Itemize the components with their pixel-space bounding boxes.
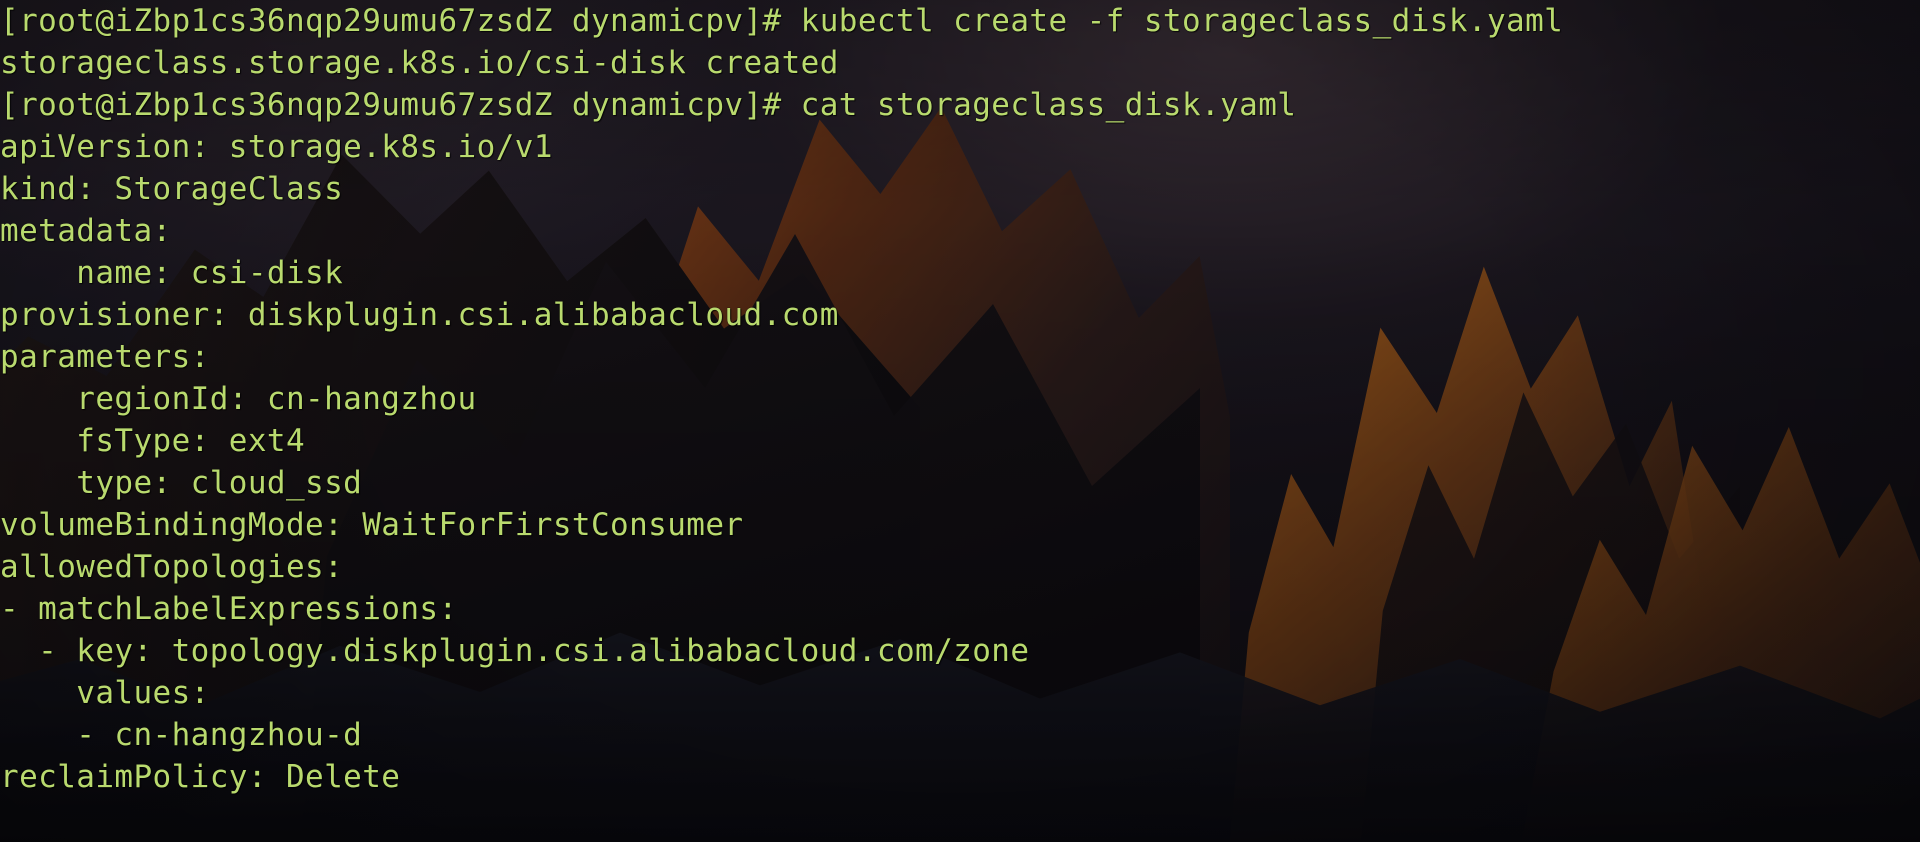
terminal-line: name: csi-disk xyxy=(0,255,344,291)
terminal-line: metadata: xyxy=(0,213,172,249)
terminal-line: regionId: cn-hangzhou xyxy=(0,381,477,417)
terminal-line: kind: StorageClass xyxy=(0,171,344,207)
terminal-line: - matchLabelExpressions: xyxy=(0,591,458,627)
terminal-line: allowedTopologies: xyxy=(0,549,344,585)
terminal-line: reclaimPolicy: Delete xyxy=(0,759,401,795)
terminal-line: [root@iZbp1cs36nqp29umu67zsdZ dynamicpv]… xyxy=(0,3,1564,39)
terminal-line: - key: topology.diskplugin.csi.alibabacl… xyxy=(0,633,1030,669)
terminal-line: fsType: ext4 xyxy=(0,423,306,459)
terminal-line: volumeBindingMode: WaitForFirstConsumer xyxy=(0,507,744,543)
terminal-line: storageclass.storage.k8s.io/csi-disk cre… xyxy=(0,45,839,81)
terminal-line: apiVersion: storage.k8s.io/v1 xyxy=(0,129,553,165)
terminal-line: values: xyxy=(0,675,210,711)
terminal-line: provisioner: diskplugin.csi.alibabacloud… xyxy=(0,297,839,333)
terminal-line: parameters: xyxy=(0,339,210,375)
terminal-window[interactable]: [root@iZbp1cs36nqp29umu67zsdZ dynamicpv]… xyxy=(0,0,1920,842)
terminal-line: type: cloud_ssd xyxy=(0,465,363,501)
terminal-output[interactable]: [root@iZbp1cs36nqp29umu67zsdZ dynamicpv]… xyxy=(0,0,1920,798)
terminal-line: [root@iZbp1cs36nqp29umu67zsdZ dynamicpv]… xyxy=(0,87,1297,123)
terminal-line: - cn-hangzhou-d xyxy=(0,717,363,753)
